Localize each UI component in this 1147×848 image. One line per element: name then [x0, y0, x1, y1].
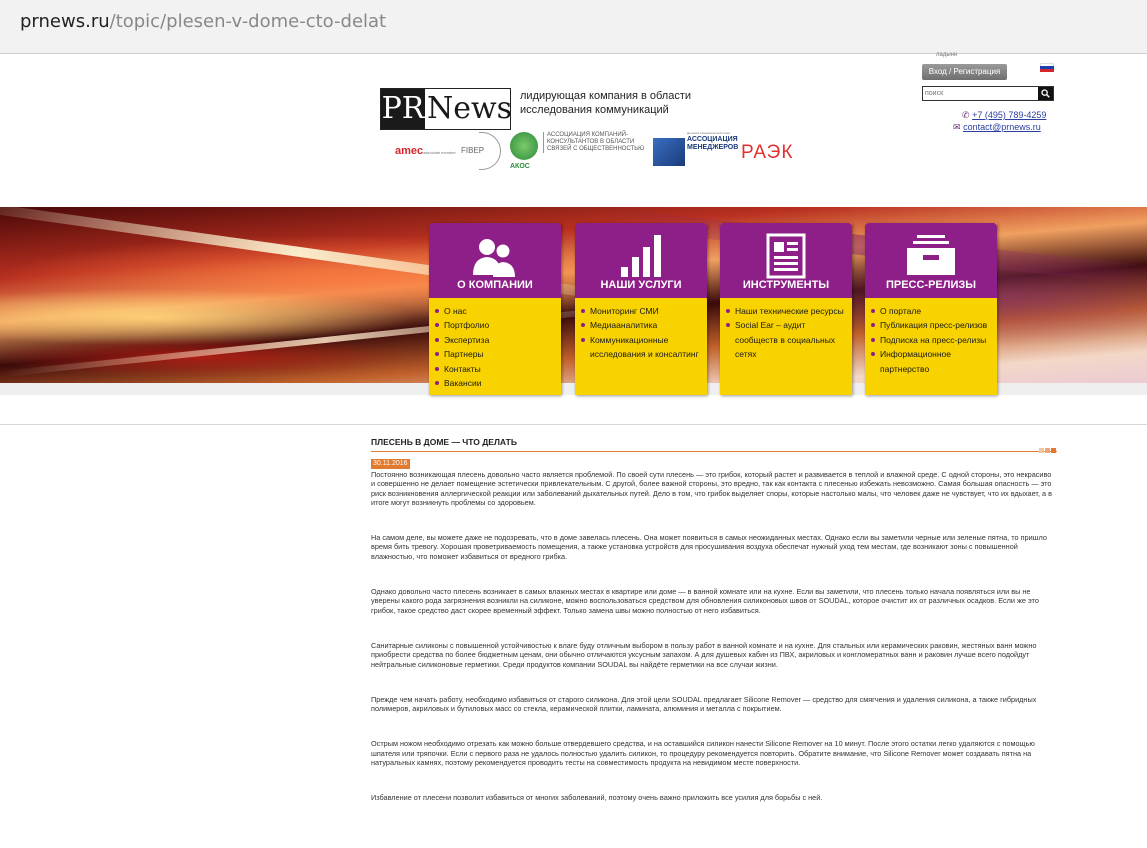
login-button[interactable]: Вход / Регистрация [922, 64, 1007, 80]
logo-pr: PR [381, 89, 425, 129]
title-underline [371, 451, 1057, 452]
section-divider [0, 424, 1147, 425]
akos-emblem[interactable] [510, 132, 538, 160]
article-paragraph: Прежде чем начать работу, необходимо изб… [371, 694, 1037, 714]
menu-about-header[interactable]: О КОМПАНИИ [429, 223, 561, 298]
menu-press-releases-title: ПРЕСС-РЕЛИЗЫ [885, 279, 977, 291]
menu-item[interactable]: Наши технические ресурсы [726, 304, 848, 318]
tagline: лидирующая компания в области исследован… [520, 90, 692, 116]
search-icon [1041, 89, 1050, 98]
menu-item[interactable]: Social Ear – аудит [726, 318, 848, 332]
menu-item[interactable]: Публикация пресс-релизов [871, 318, 993, 332]
document-icon [766, 233, 806, 279]
top-link[interactable]: ладынн [936, 52, 957, 58]
menu-item[interactable]: Медиааналитика [581, 318, 703, 332]
phone-link[interactable]: +7 (495) 789-4259 [972, 110, 1046, 120]
menu-item[interactable]: О нас [435, 304, 557, 318]
search-box [922, 86, 1054, 101]
article: ПЛЕСЕНЬ В ДОМЕ — ЧТО ДЕЛАТЬ 30.11.2016 П… [371, 437, 1057, 829]
article-paragraph: Избавление от плесени позволит избавитьс… [371, 793, 823, 803]
menu-item-continued[interactable]: сетях [726, 347, 848, 361]
menu-press-releases: ПРЕСС-РЕЛИЗЫ О портале Публикация пресс-… [865, 223, 997, 395]
menu-item[interactable]: Экспертиза [435, 333, 557, 347]
partner-logos: amecassociate member FIBEP АКОС АССОЦИАЦ… [395, 130, 815, 175]
phone-contact: ✆ +7 (495) 789-4259 [962, 110, 1046, 121]
menu-item[interactable]: Вакансии [435, 376, 557, 390]
menu-about-list: О нас Портфолио Экспертиза Партнеры Конт… [429, 298, 561, 395]
menu-item-continued[interactable]: сообществ в социальных [726, 333, 848, 347]
menu-services-title: НАШИ УСЛУГИ [600, 279, 682, 291]
menu-about-title: О КОМПАНИИ [457, 279, 533, 291]
menu-press-releases-list: О портале Публикация пресс-релизов Подпи… [865, 298, 997, 395]
email-contact: ✉ contact@prnews.ru [953, 122, 1041, 133]
menu-item-continued[interactable]: исследования и консалтинг [581, 347, 703, 361]
menu-item[interactable]: Партнеры [435, 347, 557, 361]
pagination-dots [1038, 440, 1056, 458]
menu-item[interactable]: Коммуникационные [581, 333, 703, 347]
browser-address-bar[interactable]: prnews.ru/topic/plesen-v-dome-cto-delat [0, 0, 1147, 54]
menu-item[interactable]: Контакты [435, 362, 557, 376]
menu-item[interactable]: Портфолио [435, 318, 557, 332]
article-paragraph: Санитарные силиконы с повышенной устойчи… [371, 640, 1037, 669]
menu-tools-header[interactable]: ИНСТРУМЕНТЫ [720, 223, 852, 298]
fibep-arc [479, 132, 501, 170]
association-managers-logo: АССОЦИАЦИЯ МЕНЕДЖЕРОВ [687, 136, 739, 151]
url-domain: prnews.ru [20, 11, 110, 32]
url-path: /topic/plesen-v-dome-cto-delat [109, 11, 387, 32]
menu-about: О КОМПАНИИ О нас Портфолио Экспертиза Па… [429, 223, 561, 395]
russian-flag-icon[interactable] [1040, 63, 1054, 72]
article-date: 30.11.2016 [371, 459, 410, 469]
article-paragraph: На самом деле, вы можете даже не подозре… [371, 533, 1047, 561]
association-managers-emblem[interactable] [653, 138, 685, 166]
search-button[interactable] [1038, 87, 1053, 100]
menu-item-continued[interactable]: партнерство [871, 362, 993, 376]
people-icon [473, 239, 515, 277]
menu-item[interactable]: Мониторинг СМИ [581, 304, 703, 318]
menu-tools-title: ИНСТРУМЕНТЫ [742, 279, 830, 291]
bar-chart-icon [621, 235, 661, 277]
search-input[interactable] [925, 88, 1035, 99]
menu-tools-list: Наши технические ресурсы Social Ear – ау… [720, 298, 852, 395]
raek-logo[interactable]: РАЭК [741, 142, 793, 164]
phone-icon: ✆ [962, 110, 970, 120]
email-link[interactable]: contact@prnews.ru [963, 122, 1041, 132]
menu-services-list: Мониторинг СМИ Медиааналитика Коммуникац… [575, 298, 707, 395]
prnews-logo[interactable]: PR News [380, 88, 513, 130]
menu-tools: ИНСТРУМЕНТЫ Наши технические ресурсы Soc… [720, 223, 852, 395]
article-body: Постоянно возникающая плесень довольно ч… [371, 470, 1057, 803]
tray-icon [907, 235, 955, 275]
menu-item[interactable]: О портале [871, 304, 993, 318]
article-paragraph: Острым ножом необходимо отрезать как мож… [371, 739, 1035, 768]
article-paragraph: Однако довольно часто плесень возникает … [371, 587, 1039, 615]
menu-services: НАШИ УСЛУГИ Мониторинг СМИ Медиааналитик… [575, 223, 707, 395]
envelope-icon: ✉ [953, 122, 961, 132]
amec-logo[interactable]: amecassociate member [395, 145, 456, 157]
menu-press-releases-header[interactable]: ПРЕСС-РЕЛИЗЫ [865, 223, 997, 298]
url-text[interactable]: prnews.ru/topic/plesen-v-dome-cto-delat [20, 11, 386, 32]
article-paragraph: Постоянно возникающая плесень довольно ч… [371, 470, 1052, 507]
akos-description: АССОЦИАЦИЯ КОМПАНИЙ-КОНСУЛЬТАНТОВ В ОБЛА… [543, 132, 653, 153]
menu-item[interactable]: Информационное [871, 347, 993, 361]
menu-item[interactable]: Подписка на пресс-релизы [871, 333, 993, 347]
article-title: ПЛЕСЕНЬ В ДОМЕ — ЧТО ДЕЛАТЬ [371, 437, 517, 447]
menu-services-header[interactable]: НАШИ УСЛУГИ [575, 223, 707, 298]
association-managers-caption: Деловой Академический Совет [687, 131, 731, 135]
akos-logo: АКОС [510, 163, 530, 170]
logo-news: News [427, 91, 513, 126]
